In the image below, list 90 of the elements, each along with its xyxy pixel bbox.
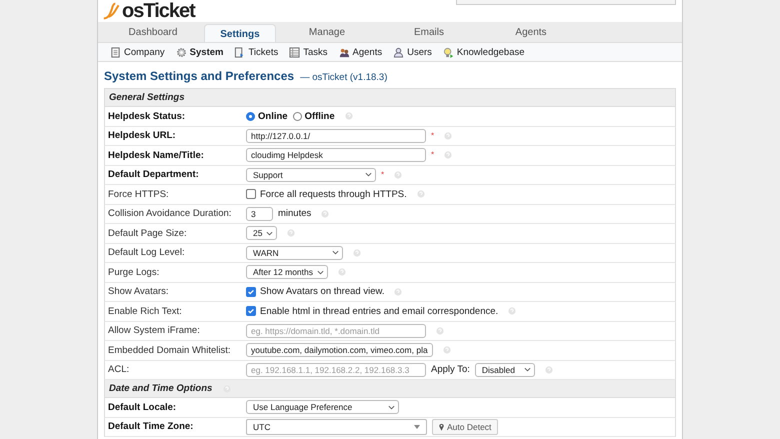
dropdown[interactable]: After 12 months bbox=[246, 265, 328, 280]
nav-tab[interactable]: Manage bbox=[276, 22, 378, 42]
checkbox[interactable] bbox=[246, 189, 256, 200]
lightbulb-icon bbox=[442, 46, 454, 58]
radio-option[interactable]: Online bbox=[246, 110, 288, 122]
dropdown[interactable]: Disabled bbox=[474, 362, 535, 377]
setting-label: Purge Logs: bbox=[107, 266, 160, 278]
help-icon[interactable] bbox=[223, 384, 232, 392]
required-mark: * bbox=[381, 170, 384, 179]
caret-icon bbox=[414, 424, 420, 429]
chevron-down-icon bbox=[365, 172, 372, 178]
setting-label: ACL: bbox=[107, 364, 130, 376]
subnav-link[interactable]: Agents bbox=[338, 46, 382, 58]
chevron-down-icon bbox=[266, 230, 274, 236]
checkbox-option[interactable]: Show Avatars on thread view. bbox=[246, 286, 384, 298]
setting-label: Allow System iFrame: bbox=[107, 325, 201, 336]
help-icon[interactable] bbox=[436, 326, 444, 335]
setting-label: Default Log Level: bbox=[107, 247, 186, 258]
checkbox[interactable] bbox=[246, 306, 256, 316]
subnav-link[interactable]: Tasks bbox=[289, 46, 328, 58]
required-mark: * bbox=[431, 130, 434, 140]
subnav-link[interactable]: Company bbox=[110, 46, 165, 58]
auto-detect-button[interactable]: Auto Detect bbox=[432, 418, 498, 435]
help-icon[interactable] bbox=[287, 229, 296, 238]
logo-swoosh-icon bbox=[102, 2, 122, 20]
setting-label: Enable Rich Text: bbox=[107, 306, 183, 317]
dropdown[interactable]: Use Language Preference bbox=[246, 400, 399, 414]
version-subtitle: — osTicket (v1.18.3) bbox=[300, 72, 388, 83]
radio-option[interactable]: Offline bbox=[292, 110, 335, 122]
dropdown[interactable]: Support bbox=[246, 168, 376, 182]
page-title: System Settings and Preferences bbox=[104, 69, 294, 83]
setting-label: Default Locale: bbox=[107, 402, 178, 413]
gear-icon bbox=[176, 46, 187, 58]
field-label: minutes bbox=[278, 208, 312, 220]
nav-tab[interactable]: Dashboard bbox=[102, 22, 204, 42]
help-icon[interactable] bbox=[416, 190, 425, 198]
subnav-link[interactable]: Tickets bbox=[234, 46, 278, 58]
subnav-link[interactable]: System bbox=[176, 46, 224, 58]
setting-label: Default Time Zone: bbox=[107, 421, 194, 432]
person-icon bbox=[393, 46, 404, 58]
setting-label: Show Avatars: bbox=[107, 286, 170, 298]
help-icon[interactable] bbox=[444, 151, 452, 160]
logo-text: osTicket bbox=[122, 1, 195, 22]
help-icon[interactable] bbox=[394, 288, 402, 296]
dropdown[interactable]: 25 bbox=[246, 226, 278, 240]
dropdown[interactable]: UTC bbox=[246, 418, 427, 435]
setting-label: Default Page Size: bbox=[107, 228, 188, 239]
help-icon[interactable] bbox=[321, 210, 330, 218]
setting-label: Force HTTPS: bbox=[107, 188, 170, 200]
help-icon[interactable] bbox=[394, 170, 402, 179]
table-icon bbox=[289, 46, 300, 58]
help-icon[interactable] bbox=[508, 307, 516, 316]
setting-label: Helpdesk Status: bbox=[107, 110, 186, 122]
input-field[interactable]: cloudimg Helpdesk bbox=[246, 148, 426, 162]
checkbox-option[interactable]: Enable html in thread entries and email correspondence. bbox=[246, 306, 498, 317]
map-pin-icon bbox=[439, 422, 444, 431]
input-field[interactable]: http://127.0.0.1/ bbox=[246, 128, 426, 143]
checkbox-option[interactable]: Force all requests through HTTPS. bbox=[246, 188, 407, 200]
required-mark: * bbox=[431, 150, 434, 160]
radio-button[interactable] bbox=[246, 112, 255, 121]
help-icon[interactable] bbox=[442, 346, 451, 354]
dropdown[interactable]: WARN bbox=[246, 246, 343, 260]
help-icon[interactable] bbox=[444, 132, 452, 140]
chevron-down-icon bbox=[317, 270, 324, 275]
section-heading: Date and Time Options bbox=[109, 383, 212, 394]
checkbox[interactable] bbox=[246, 286, 256, 297]
subnav-link[interactable]: Knowledgebase bbox=[442, 46, 525, 58]
chevron-down-icon bbox=[388, 404, 395, 410]
people-icon bbox=[338, 46, 350, 58]
section-heading: General Settings bbox=[109, 92, 184, 103]
chevron-down-icon bbox=[524, 367, 531, 372]
document-icon bbox=[110, 46, 121, 58]
chevron-down-icon bbox=[332, 250, 339, 256]
subnav-link[interactable]: Users bbox=[393, 46, 432, 58]
field-label: Apply To: bbox=[431, 364, 470, 376]
nav-tab[interactable]: Settings bbox=[204, 24, 276, 42]
help-icon[interactable] bbox=[338, 268, 346, 276]
setting-label: Helpdesk Name/Title: bbox=[107, 150, 205, 161]
input-field[interactable]: youtube.com, dailymotion.com, vimeo.com, pla bbox=[246, 343, 433, 358]
nav-tab[interactable]: Emails bbox=[378, 22, 480, 42]
radio-button[interactable] bbox=[292, 112, 302, 121]
help-icon[interactable] bbox=[353, 248, 361, 257]
setting-label: Collision Avoidance Duration: bbox=[107, 208, 232, 220]
setting-label: Helpdesk URL: bbox=[107, 130, 177, 142]
setting-label: Embedded Domain Whitelist: bbox=[107, 344, 232, 356]
number-field[interactable]: 3 bbox=[246, 206, 273, 221]
help-icon[interactable] bbox=[544, 366, 553, 374]
setting-label: Default Department: bbox=[107, 169, 200, 180]
help-icon[interactable] bbox=[344, 112, 353, 120]
nav-tab[interactable]: Agents bbox=[480, 22, 582, 42]
